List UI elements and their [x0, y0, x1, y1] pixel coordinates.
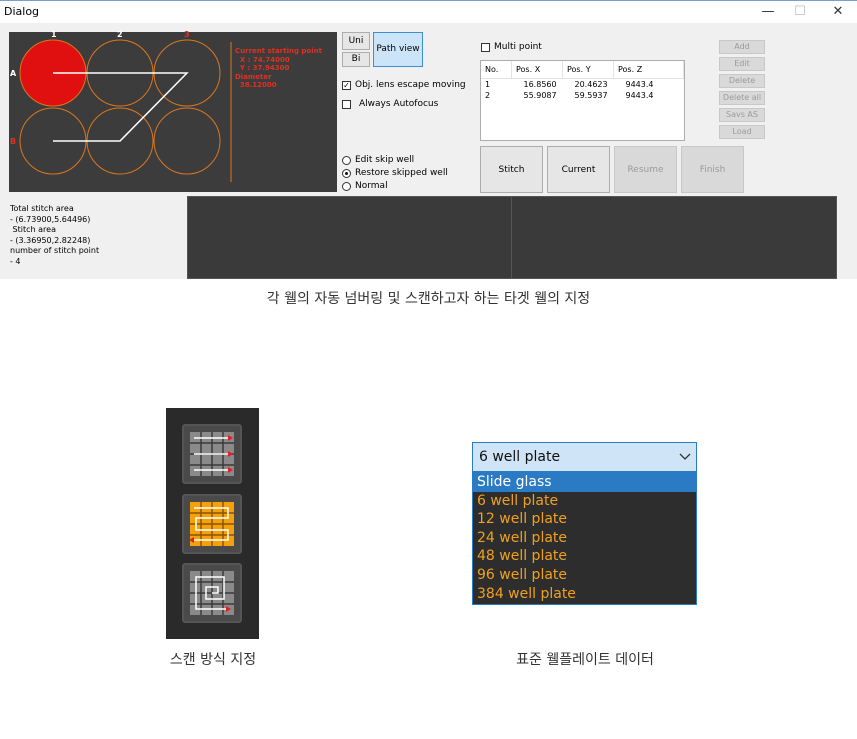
always-autofocus-checkbox[interactable]: Always Autofocus [342, 99, 438, 109]
stitch-info-line: - (6.73900,5.64496) [10, 214, 91, 224]
column-header[interactable]: Pos. Y [562, 61, 614, 79]
delete-all-button[interactable]: Delete all [719, 91, 765, 105]
title-bar: Dialog — ☐ ✕ [0, 1, 857, 23]
plate-type-select[interactable]: 6 well plate [472, 442, 697, 472]
points-table[interactable]: No. Pos. X Pos. Y Pos. Z 1 16.8560 20.46… [480, 60, 685, 141]
column-header[interactable]: Pos. Z [613, 61, 684, 79]
restore-skipped-well-radio[interactable]: Restore skipped well [342, 168, 448, 178]
checkbox-unchecked[interactable] [481, 42, 490, 52]
plate-type-dropdown[interactable]: 6 well plate Slide glass 6 well plate 12… [472, 442, 697, 605]
checkbox-unchecked[interactable] [342, 99, 351, 109]
selected-plate-type: 6 well plate [479, 449, 561, 465]
load-button[interactable]: Load [719, 125, 765, 139]
plate-option-96-well[interactable]: 96 well plate [473, 566, 696, 585]
dialog-window: Dialog — ☐ ✕ 1 2 3 A B Current starting … [0, 0, 857, 279]
plate-option-slide-glass[interactable]: Slide glass [473, 473, 696, 492]
obj-lens-escape-label: Obj. lens escape moving [355, 80, 466, 90]
caption-scan-mode: 스캔 방식 지정 [169, 652, 257, 668]
close-button[interactable]: ✕ [822, 1, 854, 23]
stitch-info-line: number of stitch point [10, 246, 100, 255]
chevron-down-icon [679, 453, 691, 460]
table-row[interactable]: 2 55.9087 59.5937 9443.4 [481, 90, 684, 101]
always-autofocus-label: Always Autofocus [359, 99, 439, 109]
table-cell: 16.8560 [523, 80, 557, 89]
minimize-button[interactable]: — [752, 1, 784, 23]
radio-on[interactable] [342, 168, 351, 178]
table-cell: 20.4623 [574, 80, 608, 89]
table-cell: 2 [485, 91, 491, 100]
plate-option-12-well[interactable]: 12 well plate [473, 510, 696, 529]
multi-point-checkbox[interactable]: Multi point [481, 42, 542, 52]
radio-off[interactable] [342, 155, 351, 165]
plate-option-384-well[interactable]: 384 well plate [473, 585, 696, 604]
table-header-row: No. Pos. X Pos. Y Pos. Z [481, 61, 684, 79]
checkbox-checked[interactable]: ✓ [342, 80, 351, 90]
normal-radio[interactable]: Normal [342, 181, 388, 191]
stitch-info-line: - 4 [10, 256, 21, 266]
window-title: Dialog [4, 5, 40, 18]
bi-button[interactable]: Bi [342, 52, 370, 67]
stitch-info-line: Total stitch area [10, 204, 74, 213]
row-label-A: A [10, 69, 17, 78]
column-label-2: 2 [117, 30, 123, 39]
uni-button[interactable]: Uni [342, 32, 370, 50]
stitch-info-line: - (3.36950,2.82248) [10, 235, 91, 245]
well-B3[interactable] [153, 107, 221, 175]
plate-option-24-well[interactable]: 24 well plate [473, 529, 696, 548]
column-header[interactable]: No. [481, 61, 512, 79]
table-row[interactable]: 1 16.8560 20.4623 9443.4 [481, 79, 684, 91]
normal-label: Normal [355, 181, 388, 191]
caption-top: 각 웰의 자동 넘버링 및 스캔하고자 하는 타겟 웰의 지정 [266, 291, 591, 307]
table-cell: 9443.4 [625, 91, 654, 100]
spiral-scan-icon[interactable] [182, 563, 242, 623]
column-label-3: 3 [184, 30, 190, 39]
stitch-info: Total stitch area - (6.73900,5.64496) St… [10, 204, 99, 267]
resume-button[interactable]: Resume [614, 146, 677, 193]
table-cell: 1 [485, 80, 491, 89]
caption-plate-data: 표준 웰플레이트 데이터 [516, 652, 654, 668]
restore-skipped-well-label: Restore skipped well [355, 168, 448, 178]
bidirectional-scan-icon[interactable] [182, 494, 242, 554]
starting-point-info: Current starting point X : 74.74000 Y : … [235, 47, 322, 89]
delete-button[interactable]: Delete [719, 74, 765, 88]
scan-mode-panel [166, 408, 259, 639]
radio-off[interactable] [342, 181, 351, 191]
plate-option-48-well[interactable]: 48 well plate [473, 547, 696, 566]
edit-button[interactable]: Edit [719, 57, 765, 71]
edit-skip-well-label: Edit skip well [355, 155, 415, 165]
preview-pane-right[interactable] [511, 196, 837, 279]
plate-type-list[interactable]: Slide glass 6 well plate 12 well plate 2… [472, 472, 697, 605]
column-label-1: 1 [51, 30, 57, 39]
preview-pane-left[interactable] [187, 196, 512, 279]
row-label-B: B [10, 137, 17, 146]
table-cell: 59.5937 [574, 91, 608, 100]
table-cell: 9443.4 [625, 80, 654, 89]
path-view-button[interactable]: Path view [373, 32, 423, 67]
current-button[interactable]: Current [547, 146, 610, 193]
plate-option-6-well[interactable]: 6 well plate [473, 492, 696, 511]
multi-point-label: Multi point [494, 42, 542, 52]
table-cell: 55.9087 [523, 91, 557, 100]
unidirectional-scan-icon[interactable] [182, 424, 242, 484]
finish-button[interactable]: Finish [681, 146, 744, 193]
add-button[interactable]: Add [719, 40, 765, 54]
edit-skip-well-radio[interactable]: Edit skip well [342, 155, 414, 165]
obj-lens-escape-checkbox[interactable]: ✓ Obj. lens escape moving [342, 80, 466, 90]
save-as-button[interactable]: Savs AS [719, 108, 765, 122]
stitch-button[interactable]: Stitch [480, 146, 543, 193]
stitch-info-line: Stitch area [10, 225, 56, 234]
maximize-button[interactable]: ☐ [784, 1, 816, 23]
column-header[interactable]: Pos. X [511, 61, 563, 79]
